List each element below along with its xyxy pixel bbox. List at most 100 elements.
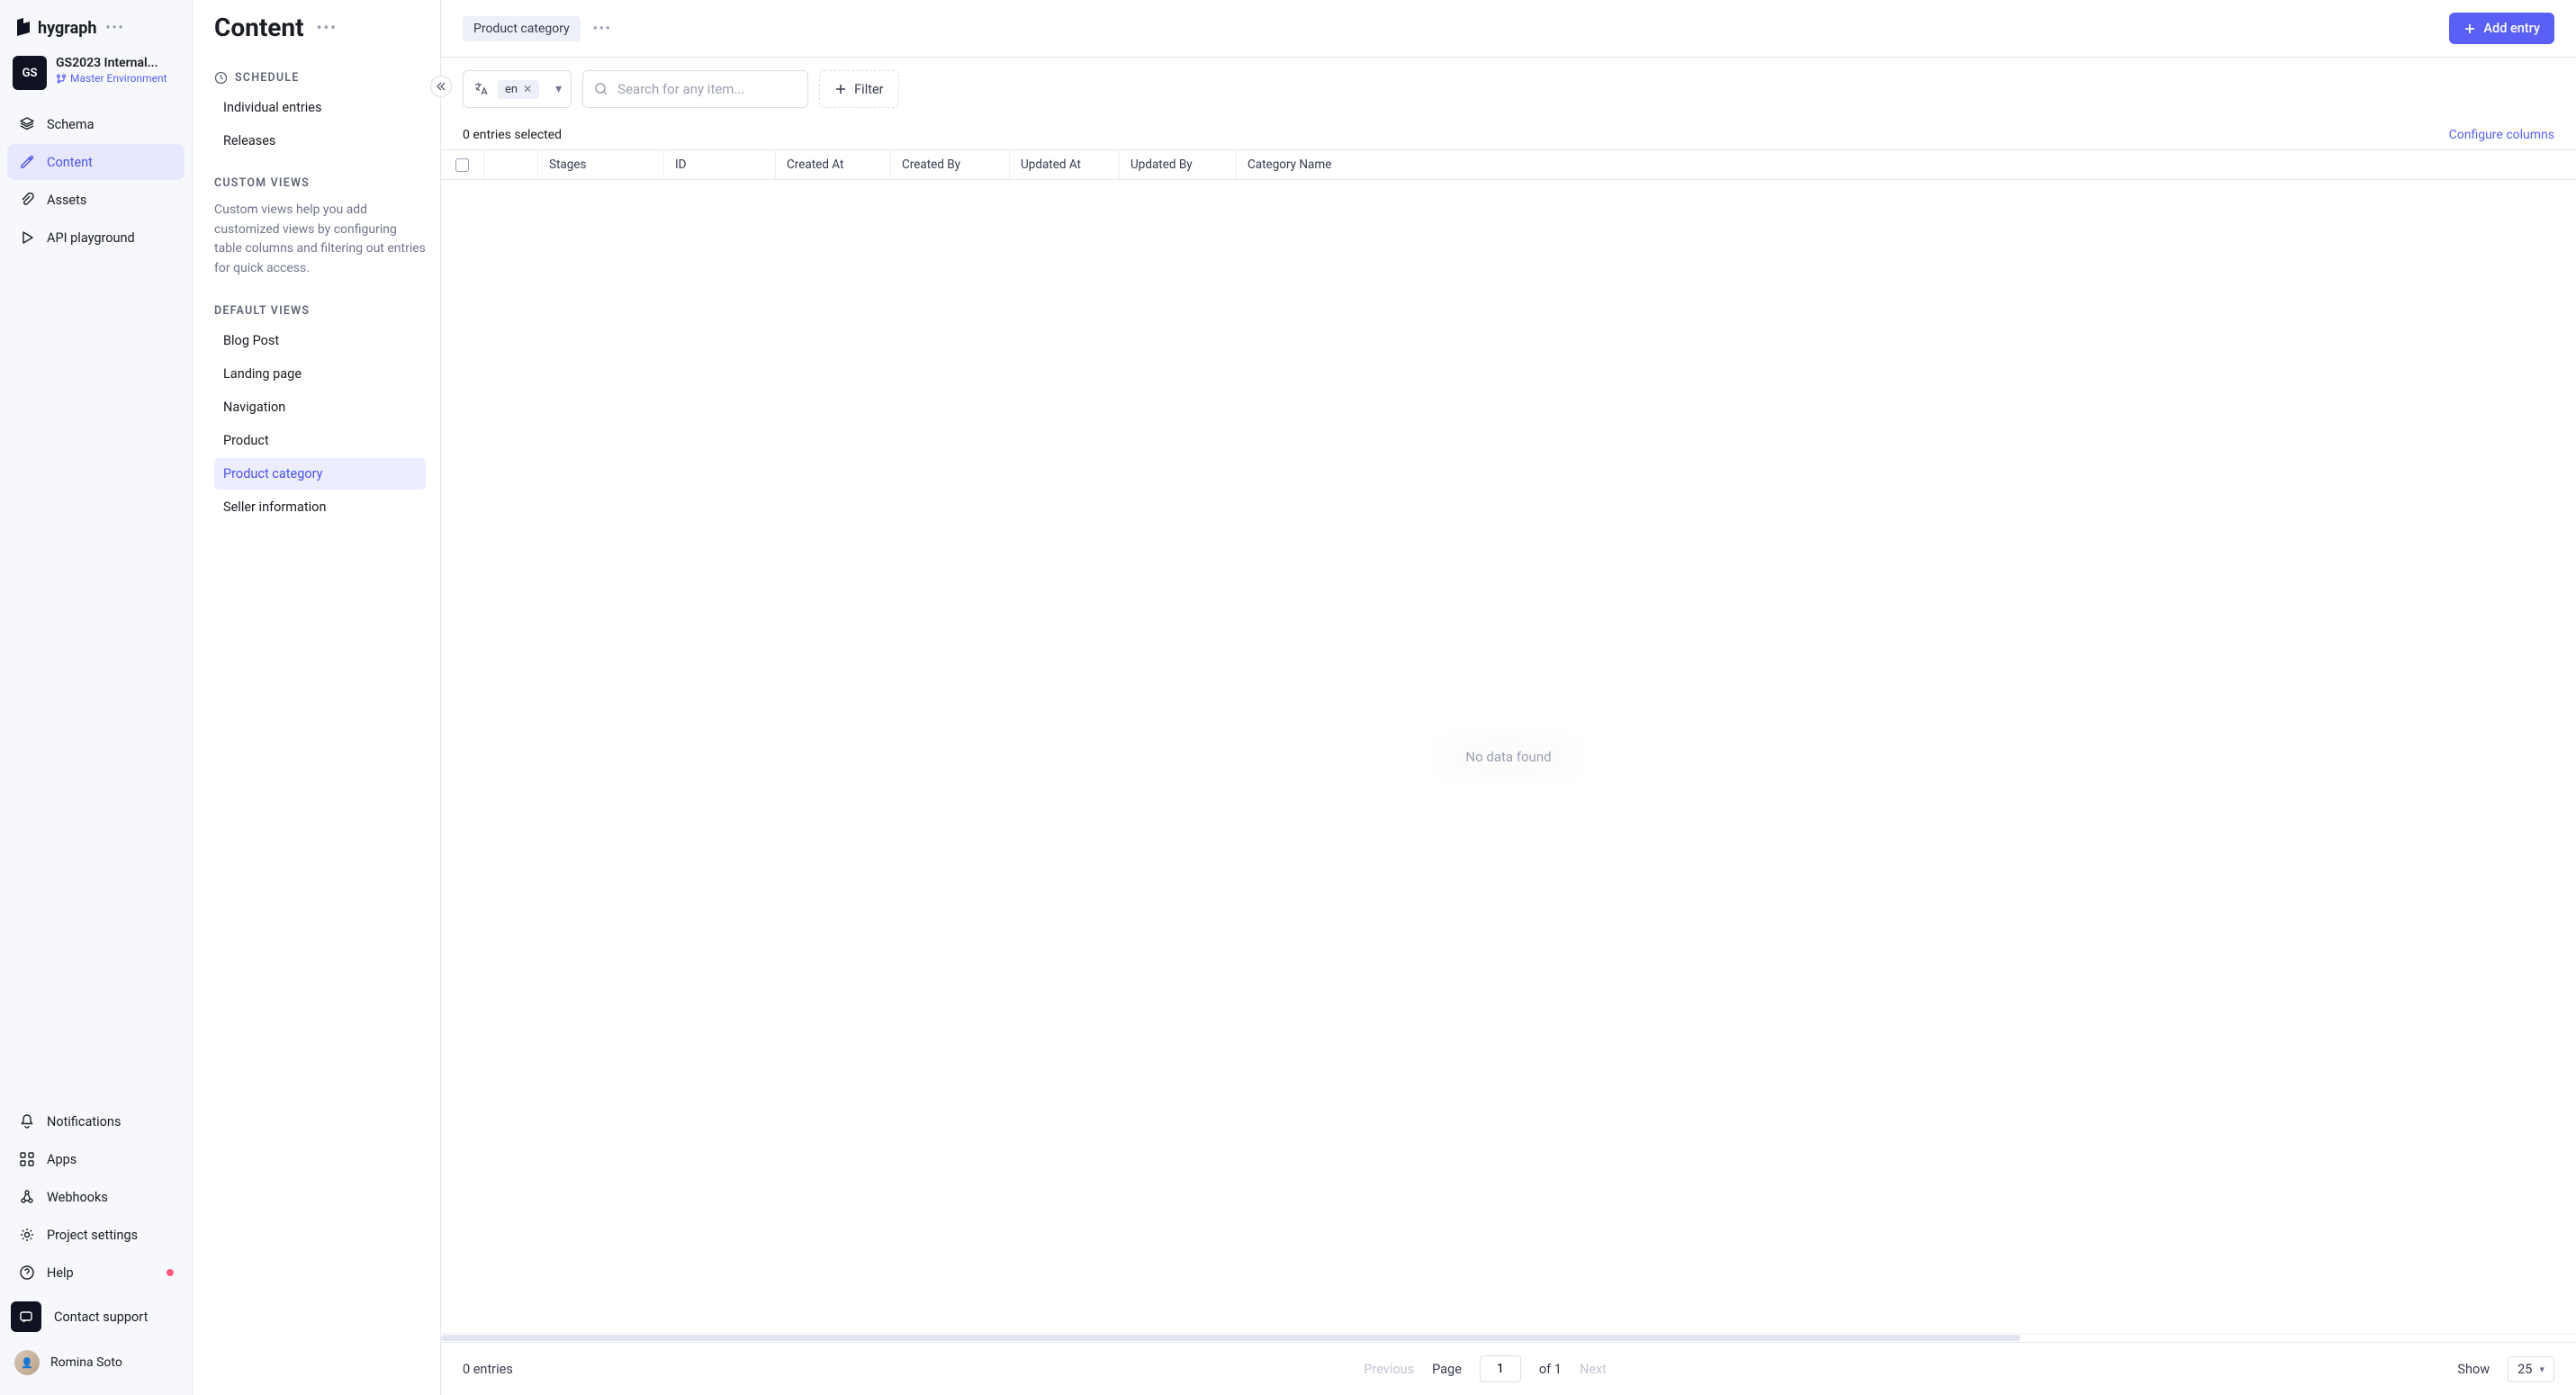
grid-icon	[18, 1150, 36, 1168]
nav-label: Project settings	[47, 1228, 138, 1243]
chevron-down-icon: ▾	[555, 82, 562, 96]
translate-icon	[473, 81, 489, 97]
view-product-category[interactable]: Product category	[214, 458, 426, 490]
schedule-releases[interactable]: Releases	[214, 125, 426, 157]
table-body: No data found	[441, 180, 2576, 1333]
column-stages[interactable]: Stages	[538, 150, 664, 179]
content-panel: Content ••• Schedule Individual entries …	[193, 0, 441, 1395]
breadcrumb-chip[interactable]: Product category	[463, 16, 581, 41]
nav-label: Contact support	[54, 1310, 148, 1325]
notification-dot-icon	[167, 1269, 174, 1276]
project-badge: GS	[13, 56, 47, 90]
nav-support[interactable]: Contact support	[7, 1292, 185, 1341]
nav-label: Webhooks	[47, 1190, 108, 1205]
nav-apps[interactable]: Apps	[7, 1141, 185, 1177]
nav-label: Notifications	[47, 1114, 121, 1130]
remove-language-icon[interactable]: ✕	[523, 83, 532, 95]
table-header: Stages ID Created At Created By Updated …	[441, 149, 2576, 180]
view-navigation[interactable]: Navigation	[214, 392, 426, 423]
column-id[interactable]: ID	[664, 150, 776, 179]
page-input[interactable]	[1480, 1355, 1521, 1382]
nav-schema[interactable]: Schema	[7, 106, 185, 142]
primary-sidebar: hygraph ••• GS GS2023 Internal... Master…	[0, 0, 193, 1395]
user-name: Romina Soto	[50, 1355, 122, 1370]
configure-columns-link[interactable]: Configure columns	[2449, 128, 2554, 142]
nav-label: API playground	[47, 230, 135, 246]
nav-label: Help	[47, 1265, 74, 1281]
edit-icon	[18, 153, 36, 171]
view-landing-page[interactable]: Landing page	[214, 358, 426, 390]
hygraph-logo-icon	[14, 18, 32, 38]
page-total: of 1	[1539, 1362, 1562, 1377]
filter-button[interactable]: Filter	[819, 70, 898, 108]
column-category-name[interactable]: Category Name	[1237, 150, 2576, 179]
column-updated-by[interactable]: Updated By	[1120, 150, 1237, 179]
prev-page-button[interactable]: Previous	[1364, 1362, 1414, 1377]
select-all-checkbox[interactable]	[455, 158, 469, 172]
nav-assets[interactable]: Assets	[7, 182, 185, 218]
nav-notifications[interactable]: Notifications	[7, 1103, 185, 1139]
plus-icon	[2463, 22, 2476, 35]
brand-name: hygraph	[38, 19, 96, 38]
nav-content[interactable]: Content	[7, 144, 185, 180]
user-menu[interactable]: 👤 Romina Soto	[7, 1341, 185, 1384]
nav-help[interactable]: Help	[7, 1255, 185, 1291]
empty-state-message: No data found	[1431, 731, 1585, 783]
plus-icon	[834, 83, 847, 95]
nav-playground[interactable]: API playground	[7, 220, 185, 256]
nav-label: Schema	[47, 117, 94, 132]
chat-icon	[11, 1301, 41, 1332]
play-icon	[18, 229, 36, 247]
column-actions	[484, 150, 538, 179]
avatar: 👤	[14, 1350, 40, 1375]
branch-icon	[56, 73, 67, 84]
default-views-header: Default views	[214, 304, 426, 318]
project-environment: Master Environment	[56, 72, 167, 85]
nav-label: Content	[47, 155, 93, 170]
help-icon	[18, 1264, 36, 1282]
column-updated-at[interactable]: Updated At	[1010, 150, 1120, 179]
nav-webhooks[interactable]: Webhooks	[7, 1179, 185, 1215]
page-size-selector[interactable]: 25 ▾	[2508, 1356, 2554, 1382]
horizontal-scrollbar[interactable]	[441, 1333, 2576, 1342]
show-label: Show	[2457, 1362, 2490, 1377]
schedule-header: Schedule	[214, 71, 426, 85]
chevron-down-icon: ▾	[2539, 1364, 2544, 1375]
collapse-panel-button[interactable]	[430, 76, 452, 97]
nav-label: Apps	[47, 1152, 77, 1167]
entry-count: 0 entries	[463, 1362, 513, 1377]
schedule-individual-entries[interactable]: Individual entries	[214, 92, 426, 123]
custom-views-help: Custom views help you add customized vie…	[214, 201, 426, 279]
gear-icon	[18, 1226, 36, 1244]
clock-icon	[214, 71, 228, 85]
search-icon	[594, 82, 608, 96]
panel-title: Content	[214, 13, 304, 42]
brand-logo[interactable]: hygraph	[14, 18, 96, 38]
view-seller-information[interactable]: Seller information	[214, 491, 426, 523]
search-input[interactable]	[617, 81, 797, 97]
column-created-at[interactable]: Created At	[776, 150, 891, 179]
webhook-icon	[18, 1188, 36, 1206]
add-entry-button[interactable]: Add entry	[2449, 13, 2554, 44]
nav-settings[interactable]: Project settings	[7, 1217, 185, 1253]
selection-count: 0 entries selected	[463, 128, 562, 142]
pagination-footer: 0 entries Previous Page of 1 Next Show 2…	[441, 1342, 2576, 1395]
next-page-button[interactable]: Next	[1580, 1362, 1607, 1377]
nav-label: Assets	[47, 193, 86, 208]
view-blog-post[interactable]: Blog Post	[214, 325, 426, 356]
main-content: Product category ••• Add entry en ✕ ▾	[441, 0, 2576, 1395]
chevron-double-left-icon	[436, 81, 446, 92]
column-created-by[interactable]: Created By	[891, 150, 1010, 179]
page-label: Page	[1432, 1362, 1462, 1377]
project-name: GS2023 Internal...	[56, 56, 167, 70]
project-selector[interactable]: GS GS2023 Internal... Master Environment	[7, 50, 185, 106]
view-product[interactable]: Product	[214, 425, 426, 456]
search-input-wrapper	[582, 70, 808, 108]
language-selector[interactable]: en ✕ ▾	[463, 70, 572, 108]
attachment-icon	[18, 191, 36, 209]
breadcrumb-menu-icon[interactable]: •••	[593, 22, 612, 36]
layers-icon	[18, 115, 36, 133]
panel-menu-icon[interactable]: •••	[317, 19, 338, 36]
brand-menu-icon[interactable]: •••	[105, 21, 124, 35]
language-chip: en ✕	[498, 80, 539, 99]
